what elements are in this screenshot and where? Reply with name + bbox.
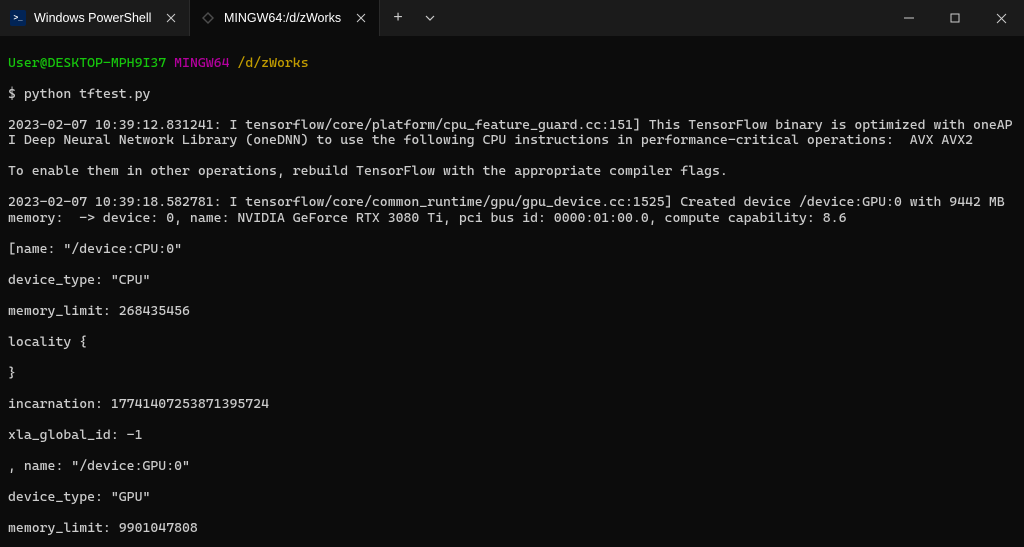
output-line: device_type: "CPU": [8, 273, 1016, 289]
new-tab-button[interactable]: +: [380, 0, 416, 36]
output-line: memory_limit: 268435456: [8, 304, 1016, 320]
tab-dropdown-button[interactable]: [416, 0, 444, 36]
tab-mingw64[interactable]: MINGW64:/d/zWorks: [190, 0, 380, 36]
close-window-button[interactable]: [978, 0, 1024, 36]
powershell-icon: >_: [10, 10, 26, 26]
close-icon[interactable]: [353, 10, 369, 26]
tab-label: MINGW64:/d/zWorks: [224, 11, 345, 25]
prompt-symbol: $: [8, 86, 16, 102]
output-line: incarnation: 17741407253871395724: [8, 397, 1016, 413]
output-line: device_type: "GPU": [8, 490, 1016, 506]
close-icon[interactable]: [163, 10, 179, 26]
output-line: memory_limit: 9901047808: [8, 521, 1016, 537]
output-line: locality {: [8, 335, 1016, 351]
shell-name: MINGW64: [174, 55, 229, 71]
prompt-line: User@DESKTOP-MPH9I37 MINGW64 /d/zWorks: [8, 56, 1016, 72]
user-host: User@DESKTOP-MPH9I37: [8, 55, 166, 71]
minimize-button[interactable]: [886, 0, 932, 36]
output-line: To enable them in other operations, rebu…: [8, 164, 1016, 180]
cwd-path: /d/zWorks: [237, 55, 308, 71]
output-line: xla_global_id: -1: [8, 428, 1016, 444]
output-line: 2023-02-07 10:39:12.831241: I tensorflow…: [8, 118, 1016, 149]
output-line: }: [8, 366, 1016, 382]
output-line: [name: "/device:CPU:0": [8, 242, 1016, 258]
titlebar: >_ Windows PowerShell MINGW64:/d/zWorks …: [0, 0, 1024, 36]
output-line: , name: "/device:GPU:0": [8, 459, 1016, 475]
terminal-icon: [200, 10, 216, 26]
command-text: python tftest.py: [24, 86, 151, 102]
output-line: 2023-02-07 10:39:18.582781: I tensorflow…: [8, 195, 1016, 226]
tab-powershell[interactable]: >_ Windows PowerShell: [0, 0, 190, 36]
terminal-output[interactable]: User@DESKTOP-MPH9I37 MINGW64 /d/zWorks $…: [0, 36, 1024, 547]
tab-label: Windows PowerShell: [34, 11, 155, 25]
command-line: $ python tftest.py: [8, 87, 1016, 103]
maximize-button[interactable]: [932, 0, 978, 36]
titlebar-drag-area[interactable]: [444, 0, 886, 36]
